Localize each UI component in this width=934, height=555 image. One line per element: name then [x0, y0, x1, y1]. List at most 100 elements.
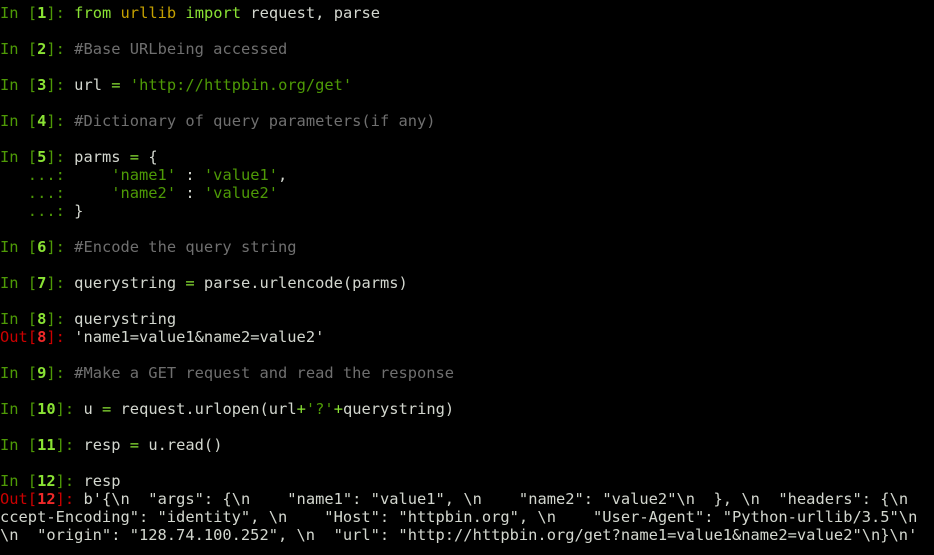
operator: + [296, 400, 306, 418]
prompt-number: 3 [37, 76, 47, 94]
operator: = [111, 76, 121, 94]
input-prompt: In [ [0, 148, 38, 166]
terminal-line: \n "origin": "128.74.100.252", \n "url":… [0, 526, 934, 544]
code-text: : [176, 166, 204, 184]
code-text: ccept-Encoding": "identity", \n "Host": … [0, 508, 934, 526]
code-comment: #Encode the query string [74, 238, 297, 256]
input-prompt: In [ [0, 76, 38, 94]
code-text: resp [83, 472, 121, 490]
code-text: parms [74, 148, 130, 166]
input-prompt: ]: [46, 364, 75, 382]
code-comment: #Make a GET request and read the respons… [74, 364, 455, 382]
string-literal: 'http://httpbin.org/get' [129, 76, 353, 94]
terminal-line: In [12]: resp [0, 472, 934, 490]
keyword: from [74, 4, 112, 22]
code-text: : [176, 184, 204, 202]
code-text: , [278, 166, 288, 184]
operator: + [333, 400, 343, 418]
code-text: } [74, 202, 84, 220]
input-prompt: ]: [55, 472, 84, 490]
terminal-line: In [2]: #Base URLbeing accessed [0, 40, 934, 58]
prompt-number: 7 [37, 274, 47, 292]
prompt-number: 2 [37, 40, 47, 58]
code-text: { [139, 148, 158, 166]
prompt-number: 6 [37, 238, 47, 256]
code-comment: #Dictionary of query parameters(if any) [74, 112, 436, 130]
continuation-prompt: ...: [0, 166, 75, 184]
output-number: 12 [37, 490, 56, 508]
output-prompt: Out[ [0, 490, 38, 508]
terminal-window[interactable]: In [1]: from urllib import request, pars… [0, 0, 934, 555]
terminal-line: In [10]: u = request.urlopen(url+'?'+que… [0, 400, 934, 418]
terminal-line: In [4]: #Dictionary of query parameters(… [0, 112, 934, 130]
terminal-line: In [11]: resp = u.read() [0, 436, 934, 454]
string-literal: 'name1' [111, 166, 177, 184]
input-prompt: In [ [0, 436, 38, 454]
prompt-number: 8 [37, 310, 47, 328]
continuation-prompt: ...: [0, 184, 75, 202]
code-text: \n "origin": "128.74.100.252", \n "url":… [0, 526, 918, 544]
input-prompt: In [ [0, 274, 38, 292]
terminal-line: ...: 'name1' : 'value1', [0, 166, 934, 184]
keyword: import [185, 4, 242, 22]
terminal-line: Out[8]: 'name1=value1&name2=value2' [0, 328, 934, 346]
operator: = [129, 436, 140, 454]
prompt-number: 11 [37, 436, 56, 454]
code-comment: #Base URLbeing accessed [74, 40, 288, 58]
output-number: 8 [37, 328, 47, 346]
terminal-line: ...: 'name2' : 'value2' [0, 184, 934, 202]
output-prompt: ]: [55, 490, 84, 508]
terminal-line: In [6]: #Encode the query string [0, 238, 934, 256]
input-prompt: ]: [46, 148, 75, 166]
module-name: urllib [120, 4, 177, 22]
prompt-number: 9 [37, 364, 47, 382]
operator: = [101, 400, 112, 418]
input-prompt: In [ [0, 310, 38, 328]
operator: = [129, 148, 140, 166]
input-prompt: In [ [0, 40, 38, 58]
terminal-line: In [8]: querystring [0, 310, 934, 328]
input-prompt: ]: [46, 310, 75, 328]
output-prompt: ]: [46, 328, 75, 346]
input-prompt: ]: [46, 112, 75, 130]
input-prompt: ]: [46, 238, 75, 256]
terminal-line: ...: } [0, 202, 934, 220]
input-prompt: In [ [0, 472, 38, 490]
code-text: 'name1=value1&name2=value2' [74, 328, 325, 346]
terminal-line: In [3]: url = 'http://httpbin.org/get' [0, 76, 934, 94]
code-text: request, parse [241, 4, 381, 22]
input-prompt: In [ [0, 400, 38, 418]
operator: = [185, 274, 195, 292]
terminal-line: ccept-Encoding": "identity", \n "Host": … [0, 508, 934, 526]
terminal-line: In [7]: querystring = parse.urlencode(pa… [0, 274, 934, 292]
string-literal: 'value1' [203, 166, 279, 184]
input-prompt: ]: [46, 274, 75, 292]
prompt-number: 12 [37, 472, 56, 490]
prompt-number: 10 [37, 400, 56, 418]
input-prompt: In [ [0, 238, 38, 256]
code-text: b'{\n "args": {\n "name1": "value1", \n … [83, 490, 934, 508]
prompt-number: 5 [37, 148, 47, 166]
code-text: querystring) [342, 400, 455, 418]
terminal-line: In [1]: from urllib import request, pars… [0, 4, 934, 22]
code-text: querystring [74, 274, 186, 292]
terminal-line: In [5]: parms = { [0, 148, 934, 166]
prompt-number: 4 [37, 112, 47, 130]
string-literal: 'value2' [203, 184, 279, 202]
code-text: querystring [74, 310, 177, 328]
code-text: resp [83, 436, 130, 454]
